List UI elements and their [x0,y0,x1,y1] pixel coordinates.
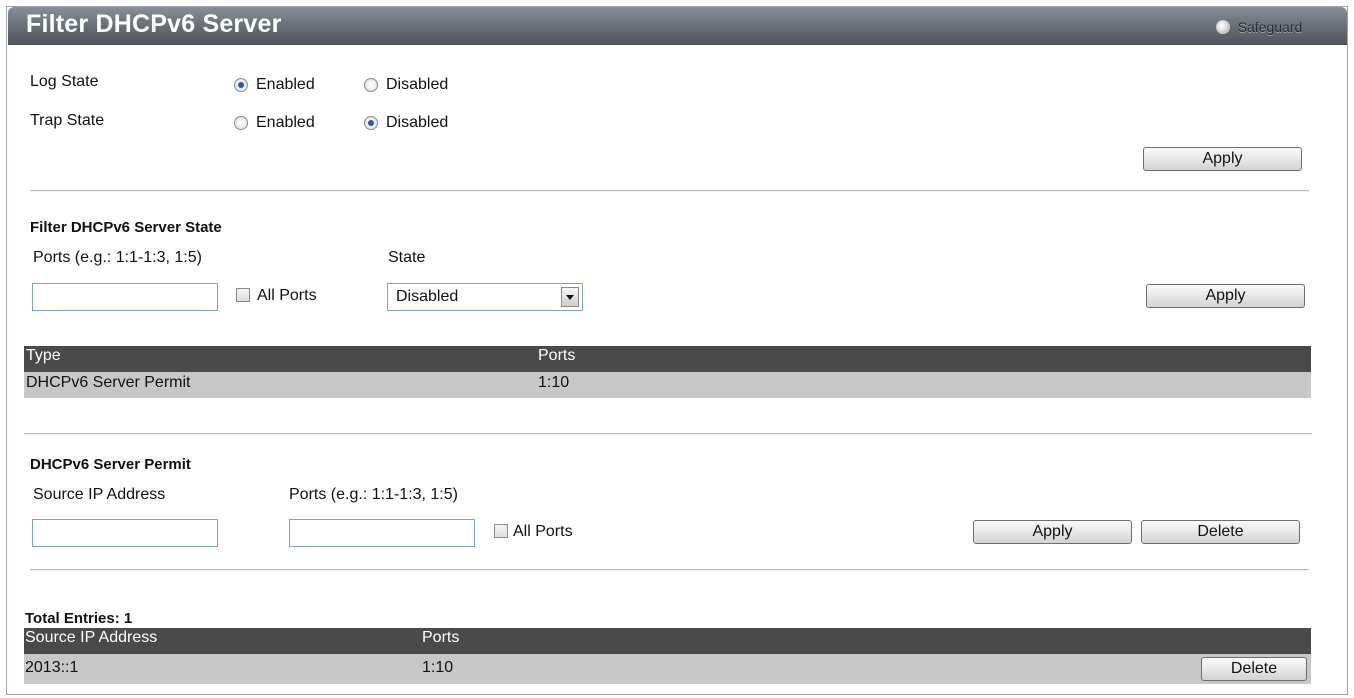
server-state-ports-input[interactable] [32,283,218,311]
entries-col-ports: Ports [422,629,460,646]
safeguard-button[interactable]: Safeguard [1179,16,1339,37]
title-bar: Filter DHCPv6 Server Safeguard [8,7,1347,45]
permit-ports-input[interactable] [289,519,475,547]
state-table-header: Type Ports [24,346,1311,372]
chevron-down-icon[interactable] [561,287,579,307]
page-title: Filter DHCPv6 Server [26,10,282,38]
permit-source-ip-label: Source IP Address [33,486,166,503]
permit-source-ip-input[interactable] [32,519,218,547]
permit-all-ports-checkbox[interactable] [494,524,508,538]
log-state-enabled-radio[interactable] [234,78,248,92]
server-state-state-value: Disabled [396,288,459,305]
permit-ports-label: Ports (e.g.: 1:1-1:3, 1:5) [289,486,458,503]
safeguard-label: Safeguard [1237,18,1303,35]
table-row: DHCPv6 Server Permit 1:10 [24,372,1311,398]
section-divider [30,569,1309,571]
trap-state-enabled-radio[interactable] [234,116,248,130]
total-entries-label: Total Entries: 1 [25,610,133,627]
state-table-col-type: Type [26,347,61,364]
entries-source-ip-cell: 2013::1 [25,659,79,676]
log-state-label: Log State [30,73,99,90]
permit-delete-button[interactable]: Delete [1141,520,1300,544]
server-state-apply-button[interactable]: Apply [1146,284,1305,308]
section-divider [30,190,1309,192]
table-row: 2013::1 1:10 Delete [24,654,1311,684]
safeguard-indicator-icon [1215,19,1230,34]
server-state-heading: Filter DHCPv6 Server State [30,219,222,236]
log-state-enabled-label: Enabled [256,76,315,93]
log-state-disabled-radio[interactable] [364,78,378,92]
permit-all-ports-label: All Ports [513,523,573,540]
log-trap-apply-button[interactable]: Apply [1143,147,1302,171]
trap-state-disabled-label: Disabled [386,114,449,131]
entries-ports-cell: 1:10 [422,659,454,676]
trap-state-disabled-radio[interactable] [364,116,378,130]
permit-heading: DHCPv6 Server Permit [30,456,191,473]
server-state-all-ports-checkbox[interactable] [236,288,250,302]
state-table-type-cell: DHCPv6 Server Permit [26,374,191,391]
server-state-state-label: State [388,249,426,266]
state-table-col-ports: Ports [538,347,576,364]
entries-table-header: Source IP Address Ports [24,628,1311,654]
server-state-state-select[interactable]: Disabled [387,283,583,311]
server-state-ports-label: Ports (e.g.: 1:1-1:3, 1:5) [33,249,202,266]
trap-state-enabled-label: Enabled [256,114,315,131]
permit-apply-button[interactable]: Apply [973,520,1132,544]
entries-col-source-ip: Source IP Address [25,629,158,646]
entry-delete-button[interactable]: Delete [1201,657,1307,681]
trap-state-label: Trap State [30,112,105,129]
state-table-ports-cell: 1:10 [538,374,570,391]
log-state-disabled-label: Disabled [386,76,449,93]
section-divider [24,433,1312,435]
server-state-all-ports-label: All Ports [257,287,317,304]
